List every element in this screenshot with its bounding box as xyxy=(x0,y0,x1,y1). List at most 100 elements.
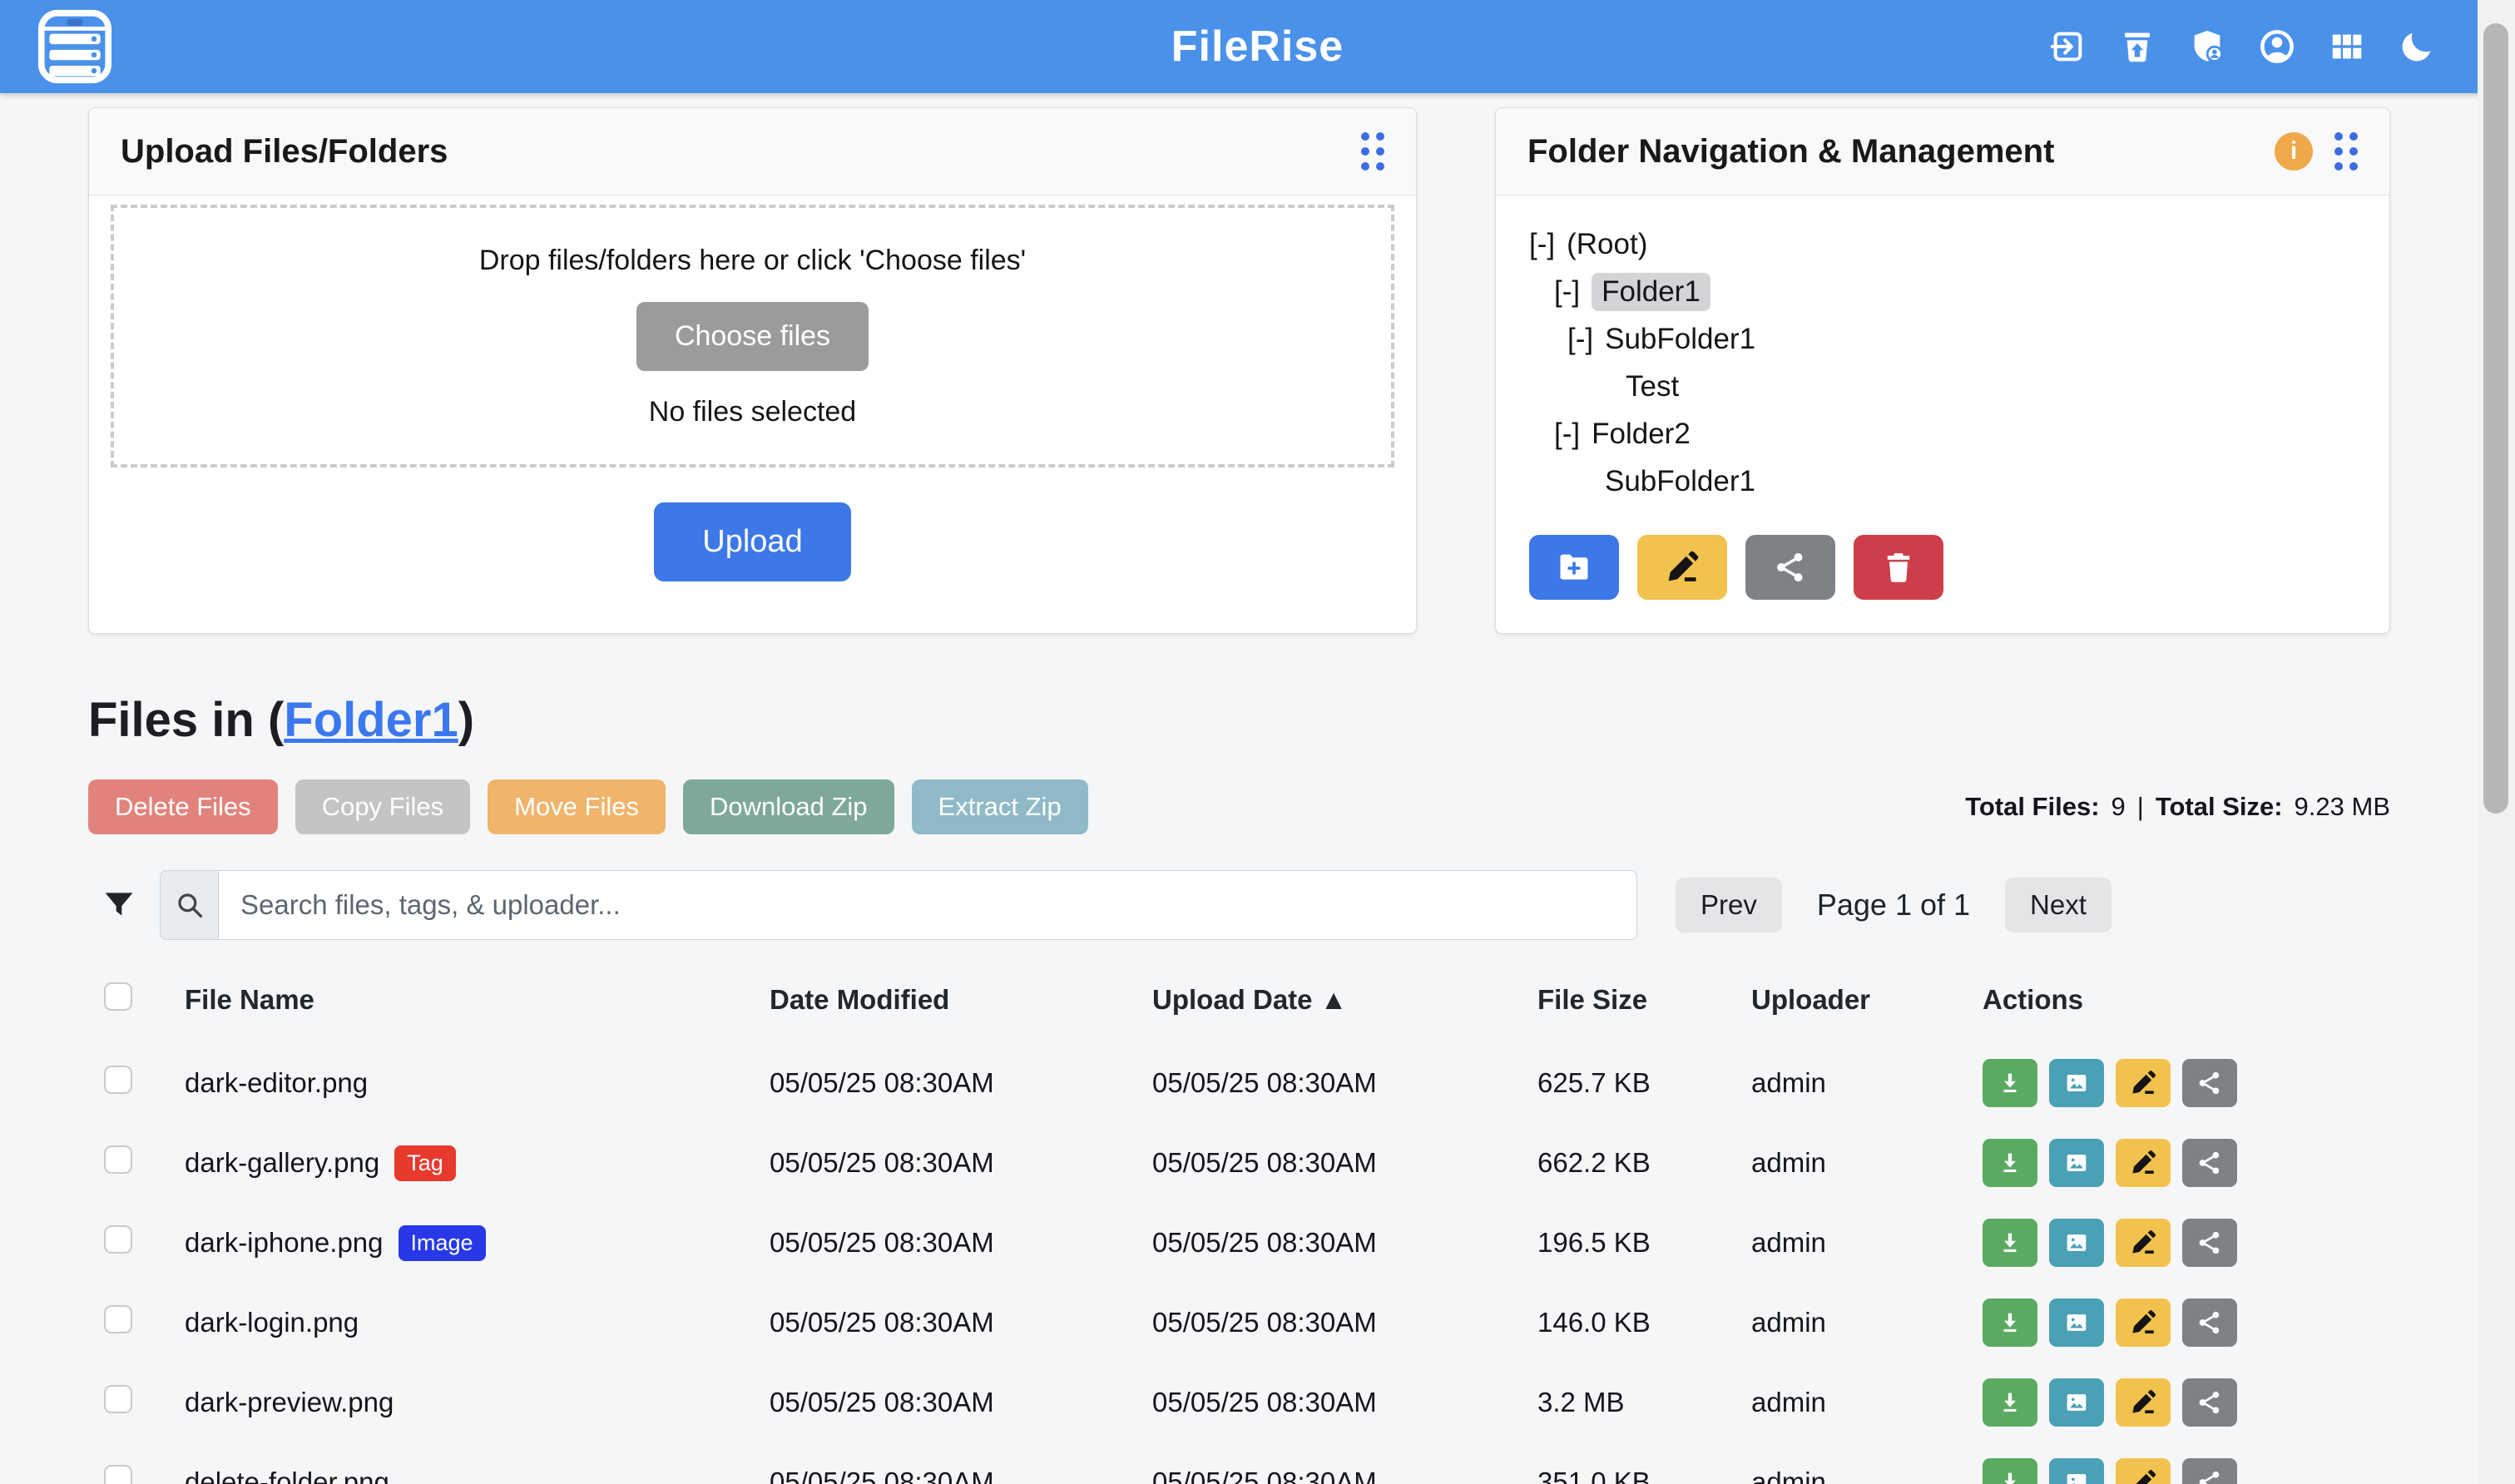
share-icon[interactable] xyxy=(2182,1378,2237,1427)
file-name[interactable]: dark-login.png xyxy=(185,1307,359,1338)
extract-zip-button[interactable]: Extract Zip xyxy=(912,779,1088,834)
preview-image-icon[interactable] xyxy=(2049,1219,2104,1267)
file-name[interactable]: dark-preview.png xyxy=(185,1387,394,1418)
download-icon[interactable] xyxy=(1983,1139,2037,1187)
tree-folder-label[interactable]: SubFolder1 xyxy=(1605,323,1755,356)
search-icon xyxy=(160,870,218,940)
share-icon[interactable] xyxy=(2182,1298,2237,1347)
page-indicator: Page 1 of 1 xyxy=(1817,888,1970,923)
restore-trash-icon[interactable] xyxy=(2118,27,2156,66)
date-modified: 05/05/25 08:30AM xyxy=(770,1307,1152,1338)
tree-item-test: Test xyxy=(1529,363,2389,410)
drag-handle-icon[interactable] xyxy=(1361,132,1384,171)
column-file-size[interactable]: File Size xyxy=(1537,984,1751,1016)
copy-files-button[interactable]: Copy Files xyxy=(295,779,470,834)
prev-page-button[interactable]: Prev xyxy=(1676,878,1782,932)
column-upload-date[interactable]: Upload Date ▲ xyxy=(1152,984,1537,1016)
tree-toggle[interactable]: [-] xyxy=(1554,275,1580,309)
row-checkbox[interactable] xyxy=(104,1225,132,1254)
row-checkbox[interactable] xyxy=(104,1305,132,1333)
upload-date: 05/05/25 08:30AM xyxy=(1152,1227,1537,1259)
tree-folder-label[interactable]: Test xyxy=(1626,370,1679,403)
info-icon[interactable]: i xyxy=(2275,132,2313,171)
create-folder-button[interactable] xyxy=(1529,535,1619,600)
preview-image-icon[interactable] xyxy=(2049,1458,2104,1484)
current-folder-link[interactable]: Folder1 xyxy=(284,693,458,747)
tree-toggle[interactable]: [-] xyxy=(1554,418,1580,451)
next-page-button[interactable]: Next xyxy=(2005,878,2112,932)
upload-button[interactable]: Upload xyxy=(654,502,850,581)
select-all-checkbox[interactable] xyxy=(104,982,132,1011)
edit-icon[interactable] xyxy=(2116,1219,2171,1267)
download-icon[interactable] xyxy=(1983,1458,2037,1484)
edit-icon[interactable] xyxy=(2116,1059,2171,1107)
logout-icon[interactable] xyxy=(2048,27,2087,66)
file-name[interactable]: dark-editor.png xyxy=(185,1067,368,1099)
move-files-button[interactable]: Move Files xyxy=(488,779,666,834)
drag-handle-icon[interactable] xyxy=(2334,132,2358,171)
uploader: admin xyxy=(1751,1227,1983,1259)
row-actions xyxy=(1983,1059,2390,1107)
preview-image-icon[interactable] xyxy=(2049,1059,2104,1107)
column-date-modified[interactable]: Date Modified xyxy=(770,984,1152,1016)
date-modified: 05/05/25 08:30AM xyxy=(770,1467,1152,1484)
upload-date: 05/05/25 08:30AM xyxy=(1152,1467,1537,1484)
app-header: FileRise xyxy=(0,0,2515,93)
filerise-logo-icon[interactable] xyxy=(37,8,113,85)
row-checkbox[interactable] xyxy=(104,1066,132,1094)
edit-icon[interactable] xyxy=(2116,1139,2171,1187)
tree-folder-label[interactable]: Folder2 xyxy=(1592,418,1691,451)
tree-toggle[interactable]: [-] xyxy=(1529,228,1555,261)
share-icon[interactable] xyxy=(2182,1059,2237,1107)
edit-icon[interactable] xyxy=(2116,1298,2171,1347)
scrollbar[interactable] xyxy=(2478,0,2515,1484)
table-row: dark-iphone.pngImage 05/05/25 08:30AM 05… xyxy=(88,1203,2390,1283)
upload-date: 05/05/25 08:30AM xyxy=(1152,1147,1537,1179)
share-folder-button[interactable] xyxy=(1745,535,1835,600)
file-name[interactable]: delete-folder.png xyxy=(185,1467,389,1484)
edit-icon[interactable] xyxy=(2116,1458,2171,1484)
tree-folder-label[interactable]: (Root) xyxy=(1567,228,1647,261)
row-checkbox[interactable] xyxy=(104,1465,132,1484)
download-zip-button[interactable]: Download Zip xyxy=(683,779,894,834)
upload-card-body: Drop files/folders here or click 'Choose… xyxy=(89,195,1416,581)
scrollbar-thumb[interactable] xyxy=(2483,23,2508,814)
file-size: 625.7 KB xyxy=(1537,1067,1751,1099)
file-name[interactable]: dark-gallery.png xyxy=(185,1147,379,1179)
edit-icon[interactable] xyxy=(2116,1378,2171,1427)
column-uploader[interactable]: Uploader xyxy=(1751,984,1983,1016)
download-icon[interactable] xyxy=(1983,1059,2037,1107)
preview-image-icon[interactable] xyxy=(2049,1139,2104,1187)
share-icon[interactable] xyxy=(2182,1219,2237,1267)
file-name[interactable]: dark-iphone.png xyxy=(185,1227,384,1259)
download-icon[interactable] xyxy=(1983,1298,2037,1347)
user-account-icon[interactable] xyxy=(2258,27,2296,66)
download-icon[interactable] xyxy=(1983,1219,2037,1267)
admin-shield-icon[interactable] xyxy=(2188,27,2226,66)
delete-folder-button[interactable] xyxy=(1854,535,1943,600)
tree-item-folder1: [-] Folder1 xyxy=(1529,268,2389,315)
upload-dropzone[interactable]: Drop files/folders here or click 'Choose… xyxy=(111,205,1394,467)
tree-folder-label[interactable]: SubFolder1 xyxy=(1605,465,1755,498)
share-icon[interactable] xyxy=(2182,1139,2237,1187)
search-input[interactable] xyxy=(218,870,1637,940)
upload-date: 05/05/25 08:30AM xyxy=(1152,1067,1537,1099)
dark-mode-icon[interactable] xyxy=(2398,27,2436,66)
column-file-name[interactable]: File Name xyxy=(185,984,770,1016)
choose-files-button[interactable]: Choose files xyxy=(636,302,869,371)
filter-icon[interactable] xyxy=(101,885,137,925)
delete-files-button[interactable]: Delete Files xyxy=(88,779,278,834)
grid-view-icon[interactable] xyxy=(2328,27,2366,66)
tree-folder-label-selected[interactable]: Folder1 xyxy=(1592,273,1710,311)
upload-card-header: Upload Files/Folders xyxy=(89,108,1416,195)
row-checkbox[interactable] xyxy=(104,1385,132,1413)
rename-folder-button[interactable] xyxy=(1637,535,1727,600)
total-size-value: 9.23 MB xyxy=(2295,792,2390,822)
folder-actions xyxy=(1529,535,2389,600)
share-icon[interactable] xyxy=(2182,1458,2237,1484)
tree-toggle[interactable]: [-] xyxy=(1567,323,1593,356)
download-icon[interactable] xyxy=(1983,1378,2037,1427)
preview-image-icon[interactable] xyxy=(2049,1378,2104,1427)
preview-image-icon[interactable] xyxy=(2049,1298,2104,1347)
row-checkbox[interactable] xyxy=(104,1145,132,1174)
